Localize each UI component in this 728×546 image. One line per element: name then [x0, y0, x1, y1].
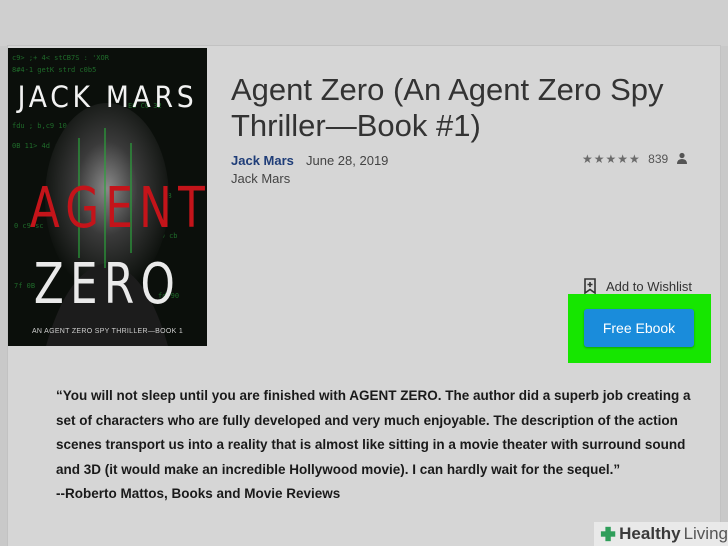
review: “You will not sleep until you are finish…: [56, 384, 696, 507]
author-link[interactable]: Jack Mars: [231, 153, 294, 168]
free-ebook-button[interactable]: Free Ebook: [584, 309, 694, 347]
cover-title-line2: ZERO: [33, 252, 182, 317]
review-quote: “You will not sleep until you are finish…: [56, 388, 691, 477]
svg-text:c9> ;+ 4< stCB7S : 'XOR: c9> ;+ 4< stCB7S : 'XOR: [12, 54, 110, 62]
cover-series: AN AGENT ZERO SPY THRILLER—BOOK 1: [31, 328, 184, 335]
review-attribution: --Roberto Mattos, Books and Movie Review…: [56, 486, 341, 501]
person-icon: [676, 152, 687, 164]
cover-title-line1: AGENT: [29, 176, 207, 241]
cover-author: JACK MARS: [17, 80, 198, 114]
rating: ★★★★★ 839: [582, 152, 688, 166]
publish-date: June 28, 2019: [306, 153, 389, 168]
book-cover[interactable]: c9> ;+ 4< stCB7S : 'XOR 8#4-1 getK strd …: [8, 48, 207, 346]
plus-icon: [600, 526, 616, 542]
watermark-word2: Living: [683, 524, 728, 543]
top-band: [0, 0, 728, 46]
svg-text:8#4-1 getK strd c0b5: 8#4-1 getK strd c0b5: [12, 66, 96, 74]
rating-count: 839: [648, 152, 669, 166]
watermark-word1: Healthy: [619, 524, 681, 543]
bookmark-plus-icon: [584, 278, 596, 294]
add-to-wishlist[interactable]: Add to Wishlist: [584, 278, 692, 294]
book-title: Agent Zero (An Agent Zero Spy Thriller—B…: [231, 72, 664, 143]
book-detail-panel: c9> ;+ 4< stCB7S : 'XOR 8#4-1 getK strd …: [8, 46, 720, 546]
rating-stars: ★★★★★: [582, 152, 641, 166]
author-name: Jack Mars: [231, 171, 291, 186]
watermark: Healthy Living: [594, 522, 728, 546]
wishlist-label: Add to Wishlist: [606, 278, 692, 294]
